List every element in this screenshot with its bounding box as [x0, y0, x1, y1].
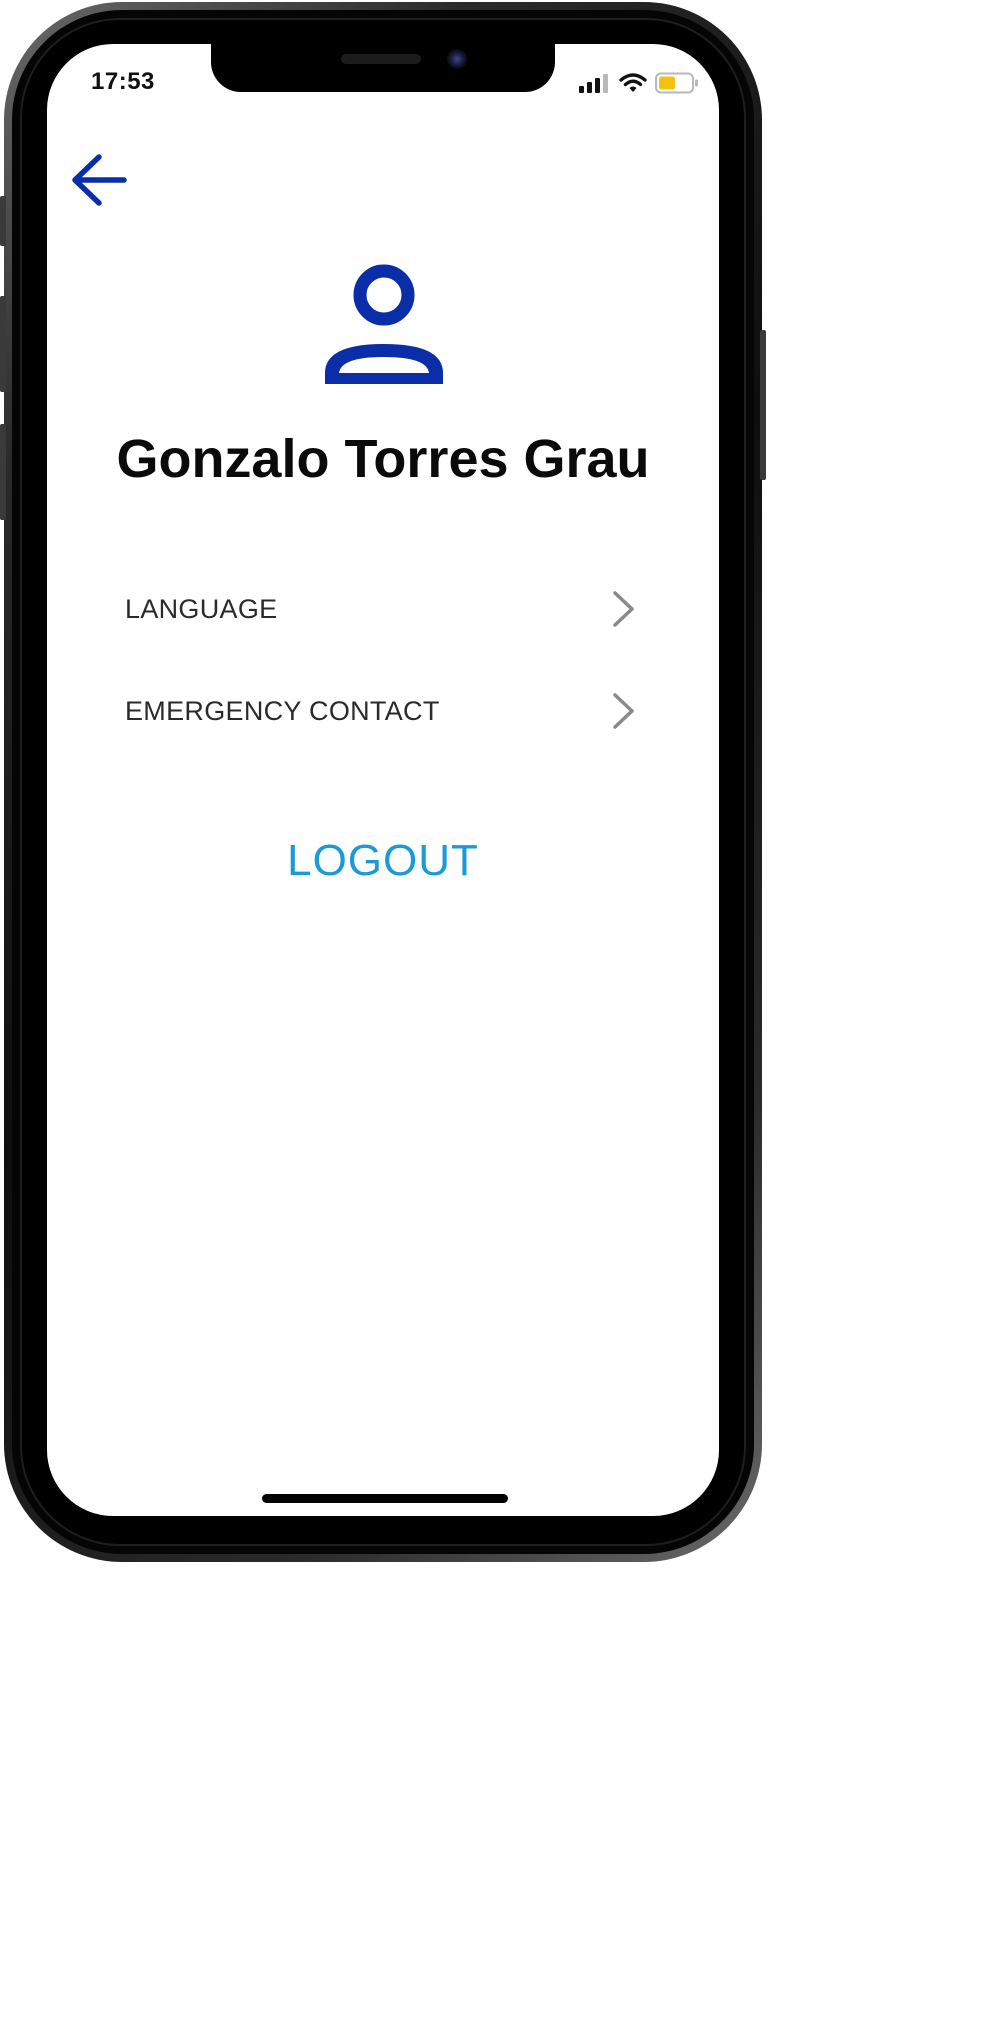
phone-frame: 17:53 Gonzalo Torres Grau LANGUAGE EMERG… — [0, 0, 766, 1568]
volume-up-button — [0, 296, 6, 392]
battery-icon — [655, 72, 698, 94]
chevron-right-icon — [613, 693, 634, 729]
earpiece-speaker — [341, 54, 421, 64]
menu-item-language[interactable]: LANGUAGE — [125, 558, 637, 660]
status-icons — [579, 70, 699, 96]
notch — [211, 44, 555, 92]
arrow-left-icon — [72, 154, 127, 206]
wifi-icon — [619, 73, 647, 92]
status-time: 17:53 — [91, 68, 155, 95]
app-screen: 17:53 Gonzalo Torres Grau LANGUAGE EMERG… — [47, 44, 719, 1516]
front-camera — [447, 49, 467, 69]
cellular-signal-icon — [579, 74, 608, 93]
mute-switch — [0, 196, 6, 246]
menu-item-label: EMERGENCY CONTACT — [125, 695, 440, 726]
chevron-right-icon — [613, 591, 634, 627]
menu-item-emergency-contact[interactable]: EMERGENCY CONTACT — [125, 660, 637, 762]
profile-name: Gonzalo Torres Grau — [116, 429, 650, 489]
power-button — [760, 330, 766, 480]
menu-item-label: LANGUAGE — [125, 593, 278, 624]
logout-button[interactable]: LOGOUT — [47, 836, 719, 886]
home-indicator[interactable] — [262, 1494, 508, 1503]
volume-down-button — [0, 424, 6, 520]
user-icon — [325, 264, 443, 384]
settings-menu: LANGUAGE EMERGENCY CONTACT — [125, 558, 637, 762]
back-button[interactable] — [67, 148, 131, 212]
